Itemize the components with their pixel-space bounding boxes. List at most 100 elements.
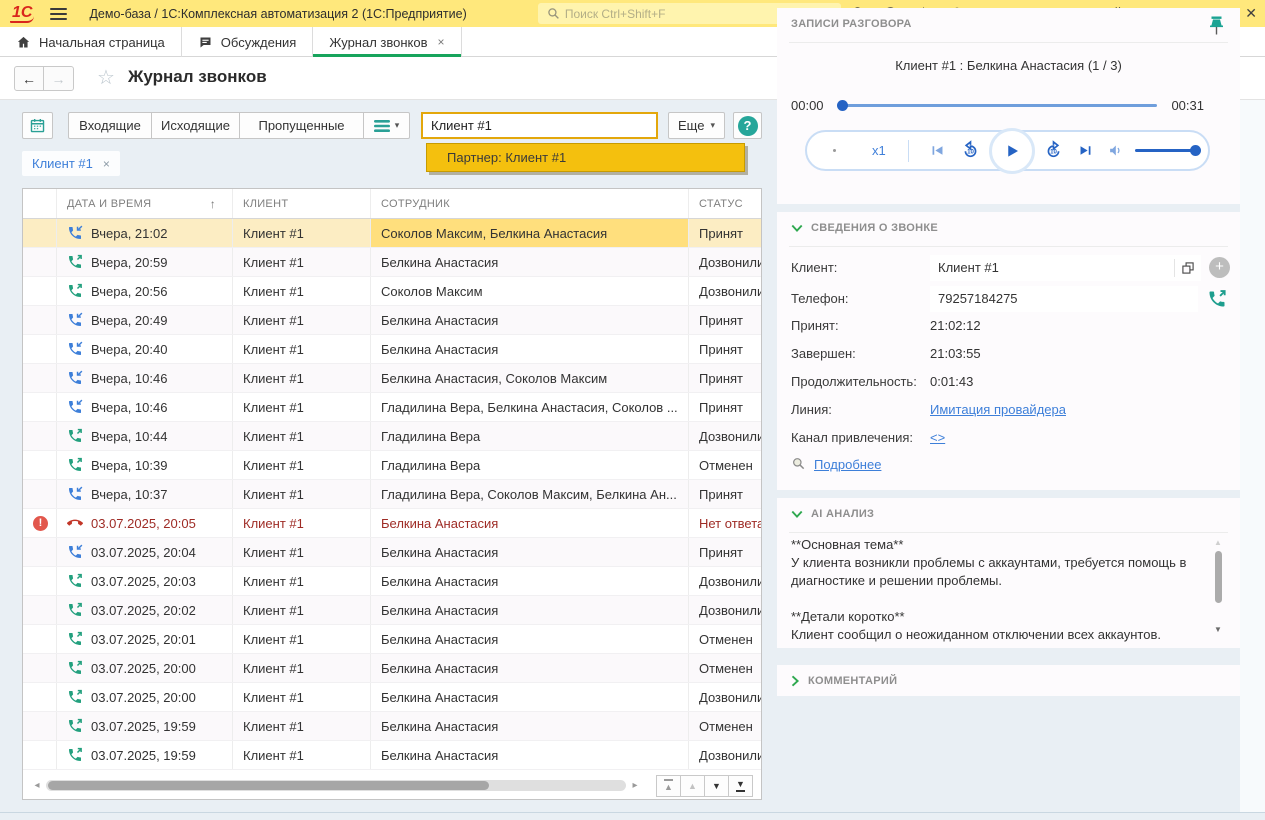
search-suggestion-item[interactable]: Партнер: Клиент #1 xyxy=(426,143,745,172)
call-datetime: 03.07.2025, 20:04 xyxy=(91,545,196,560)
ai-analysis-text[interactable]: **Основная тема** У клиента возникли про… xyxy=(791,536,1196,644)
ai-analysis-header[interactable]: AI АНАЛИЗ xyxy=(791,508,874,520)
scroll-left-icon[interactable]: ◂ xyxy=(31,780,43,791)
table-row[interactable]: ! 03.07.2025, 19:59 Клиент #1 Белкина Ан… xyxy=(23,712,761,741)
tab-call-journal[interactable]: Журнал звонков × xyxy=(313,27,461,57)
filter-outgoing-button[interactable]: Исходящие xyxy=(152,112,240,139)
tab-discussions[interactable]: Обсуждения xyxy=(182,27,314,57)
table-row[interactable]: ! Вчера, 10:37 Клиент #1 Гладилина Вера,… xyxy=(23,480,761,509)
main-menu-icon[interactable] xyxy=(50,8,67,20)
table-row[interactable]: ! Вчера, 21:02 Клиент #1 Соколов Максим,… xyxy=(23,219,761,248)
table-row[interactable]: ! 03.07.2025, 20:00 Клиент #1 Белкина Ан… xyxy=(23,683,761,712)
home-icon xyxy=(16,35,31,50)
table-row[interactable]: ! Вчера, 20:40 Клиент #1 Белкина Анастас… xyxy=(23,335,761,364)
table-row[interactable]: ! Вчера, 10:39 Клиент #1 Гладилина Вера … xyxy=(23,451,761,480)
progress-thumb[interactable] xyxy=(837,100,848,111)
table-row[interactable]: ! 03.07.2025, 20:03 Клиент #1 Белкина Ан… xyxy=(23,567,761,596)
table-row[interactable]: ! 03.07.2025, 20:04 Клиент #1 Белкина Ан… xyxy=(23,538,761,567)
calendar-filter-button[interactable] xyxy=(22,112,53,139)
phone-field[interactable]: 79257184275 xyxy=(930,286,1198,312)
window-close-button[interactable]: ✕ xyxy=(1245,2,1257,24)
table-row[interactable]: ! Вчера, 10:46 Клиент #1 Белкина Анастас… xyxy=(23,364,761,393)
call-details-header[interactable]: СВЕДЕНИЯ О ЗВОНКЕ xyxy=(791,222,938,234)
tab-home[interactable]: Начальная страница xyxy=(0,27,182,57)
table-row[interactable]: ! Вчера, 10:46 Клиент #1 Гладилина Вера,… xyxy=(23,393,761,422)
playback-speed[interactable]: x1 xyxy=(872,143,886,158)
pin-icon[interactable] xyxy=(1209,16,1224,38)
player-menu-dot xyxy=(833,149,836,152)
horizontal-scrollbar[interactable]: ◂ ▸ ▲ ▲ ▼ ▼ xyxy=(23,772,761,799)
more-button[interactable]: Еще ▾ xyxy=(668,112,725,139)
scrollbar-track[interactable] xyxy=(46,780,626,791)
recordings-section: ЗАПИСИ РАЗГОВОРА Клиент #1 : Белкина Ана… xyxy=(777,8,1240,204)
table-row[interactable]: ! 03.07.2025, 20:05 Клиент #1 Белкина Ан… xyxy=(23,509,761,538)
add-client-button[interactable]: + xyxy=(1209,257,1230,278)
forward-10-icon[interactable]: 10 xyxy=(1043,140,1064,161)
table-row[interactable]: ! 03.07.2025, 20:01 Клиент #1 Белкина Ан… xyxy=(23,625,761,654)
volume-slider[interactable] xyxy=(1135,149,1199,152)
column-header-status[interactable]: СТАТУС xyxy=(688,189,761,218)
call-client: Клиент #1 xyxy=(232,364,370,392)
scrollbar-thumb[interactable] xyxy=(48,781,489,790)
tab-close-icon[interactable]: × xyxy=(438,35,445,49)
volume-thumb[interactable] xyxy=(1190,145,1201,156)
details-more-link[interactable]: Подробнее xyxy=(814,457,881,472)
comment-section[interactable]: КОММЕНТАРИЙ xyxy=(777,665,1240,696)
go-to-top-button[interactable]: ▲ xyxy=(656,775,681,797)
column-header-employee[interactable]: СОТРУДНИК xyxy=(370,189,688,218)
help-button[interactable]: ? xyxy=(733,112,762,139)
table-row[interactable]: ! Вчера, 20:49 Клиент #1 Белкина Анастас… xyxy=(23,306,761,335)
call-employee: Гладилина Вера, Белкина Анастасия, Сокол… xyxy=(370,393,688,421)
progress-bar[interactable] xyxy=(838,104,1158,107)
call-client: Клиент #1 xyxy=(232,654,370,682)
chip-remove-icon[interactable]: × xyxy=(103,157,110,171)
filter-incoming-button[interactable]: Входящие xyxy=(68,112,152,139)
back-button[interactable]: ← xyxy=(14,66,44,91)
line-link[interactable]: Имитация провайдера xyxy=(930,402,1066,417)
incoming-call-icon xyxy=(67,225,83,241)
add-to-favorites-star-icon[interactable]: ☆ xyxy=(97,65,115,90)
outgoing-call-icon xyxy=(67,747,83,763)
scroll-right-icon[interactable]: ▸ xyxy=(629,780,641,791)
skip-to-end-icon[interactable] xyxy=(1077,142,1094,159)
table-row[interactable]: ! 03.07.2025, 19:59 Клиент #1 Белкина Ан… xyxy=(23,741,761,770)
table-row[interactable]: ! Вчера, 20:56 Клиент #1 Соколов Максим … xyxy=(23,277,761,306)
row-up-button[interactable]: ▲ xyxy=(680,775,705,797)
filter-missed-button[interactable]: Пропущенные xyxy=(240,112,364,139)
warning-icon: ! xyxy=(33,516,48,531)
table-row[interactable]: ! 03.07.2025, 20:00 Клиент #1 Белкина Ан… xyxy=(23,654,761,683)
search-input[interactable] xyxy=(429,117,650,134)
row-down-button[interactable]: ▼ xyxy=(704,775,729,797)
call-client: Клиент #1 xyxy=(232,683,370,711)
call-datetime: 03.07.2025, 20:00 xyxy=(91,661,196,676)
search-field[interactable] xyxy=(421,112,658,139)
forward-button[interactable]: → xyxy=(44,66,74,91)
ai-text-scrollbar[interactable]: ▲ ▼ xyxy=(1212,538,1224,634)
scroll-down-icon[interactable]: ▼ xyxy=(1214,625,1222,634)
play-button[interactable] xyxy=(989,128,1035,174)
column-header-client[interactable]: КЛИЕНТ xyxy=(232,189,370,218)
call-employee: Белкина Анастасия xyxy=(370,306,688,334)
call-employee: Белкина Анастасия xyxy=(370,654,688,682)
rewind-10-icon[interactable]: 10 xyxy=(960,140,981,161)
ai-scrollbar-thumb[interactable] xyxy=(1215,551,1222,603)
client-field[interactable]: Клиент #1 xyxy=(930,255,1201,281)
open-client-icon[interactable] xyxy=(1175,255,1201,281)
call-datetime: 03.07.2025, 20:03 xyxy=(91,574,196,589)
column-header-datetime[interactable]: ДАТА И ВРЕМЯ ↑ xyxy=(56,189,232,218)
table-row[interactable]: ! Вчера, 10:44 Клиент #1 Гладилина Вера … xyxy=(23,422,761,451)
table-row[interactable]: ! 03.07.2025, 20:02 Клиент #1 Белкина Ан… xyxy=(23,596,761,625)
call-details-section: СВЕДЕНИЯ О ЗВОНКЕ Клиент: Клиент #1 + Те… xyxy=(777,212,1240,490)
scroll-up-icon[interactable]: ▲ xyxy=(1214,538,1222,547)
call-status: Принят xyxy=(688,335,761,363)
outgoing-call-icon xyxy=(67,631,83,647)
filter-list-menu-button[interactable]: ▾ xyxy=(364,112,410,139)
call-datetime: Вчера, 10:46 xyxy=(91,400,167,415)
volume-icon[interactable] xyxy=(1108,142,1125,159)
active-filter-chip[interactable]: Клиент #1 × xyxy=(22,151,120,176)
channel-link[interactable]: <> xyxy=(930,430,945,445)
go-to-bottom-button[interactable]: ▼ xyxy=(728,775,753,797)
call-phone-icon[interactable] xyxy=(1204,286,1230,312)
table-row[interactable]: ! Вчера, 20:59 Клиент #1 Белкина Анастас… xyxy=(23,248,761,277)
skip-to-start-icon[interactable] xyxy=(929,142,946,159)
